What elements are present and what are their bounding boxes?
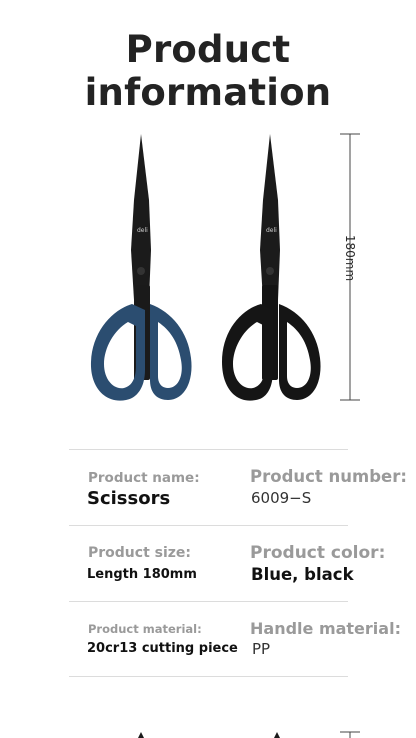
dimension-label: 180mm xyxy=(343,234,357,282)
product-material-value: 20cr13 cutting piece xyxy=(87,641,238,656)
black-brand-mark: deli xyxy=(266,227,277,234)
blue-scissors-image: deli xyxy=(90,134,192,401)
black-scissors-image: deli xyxy=(222,134,321,401)
product-size-value: Length 180mm xyxy=(87,567,197,582)
divider xyxy=(69,676,348,677)
product-name-value: Scissors xyxy=(87,488,171,509)
black-scissors-handle-right xyxy=(279,304,321,400)
handle-material-value: PP xyxy=(252,640,271,658)
blue-scissors-handle-right xyxy=(150,304,192,400)
divider xyxy=(69,449,348,450)
divider xyxy=(69,601,348,602)
product-material-label: Product material: xyxy=(88,622,202,636)
product-color-value: Blue, black xyxy=(251,565,354,584)
blue-brand-mark: deli xyxy=(137,227,148,234)
product-size-label: Product size: xyxy=(88,545,192,561)
blue-scissors-handle-left xyxy=(90,304,145,401)
product-number-value: 6009−S xyxy=(251,489,312,507)
product-number-label: Product number: xyxy=(250,467,407,486)
divider xyxy=(69,525,348,526)
product-color-label: Product color: xyxy=(250,543,386,563)
black-scissors-handle-left xyxy=(222,304,273,401)
product-name-label: Product name: xyxy=(88,470,200,486)
handle-material-label: Handle material: xyxy=(250,619,401,638)
black-scissors-blade xyxy=(260,134,280,300)
next-section-preview xyxy=(138,731,360,738)
blue-scissors-blade xyxy=(131,134,151,300)
